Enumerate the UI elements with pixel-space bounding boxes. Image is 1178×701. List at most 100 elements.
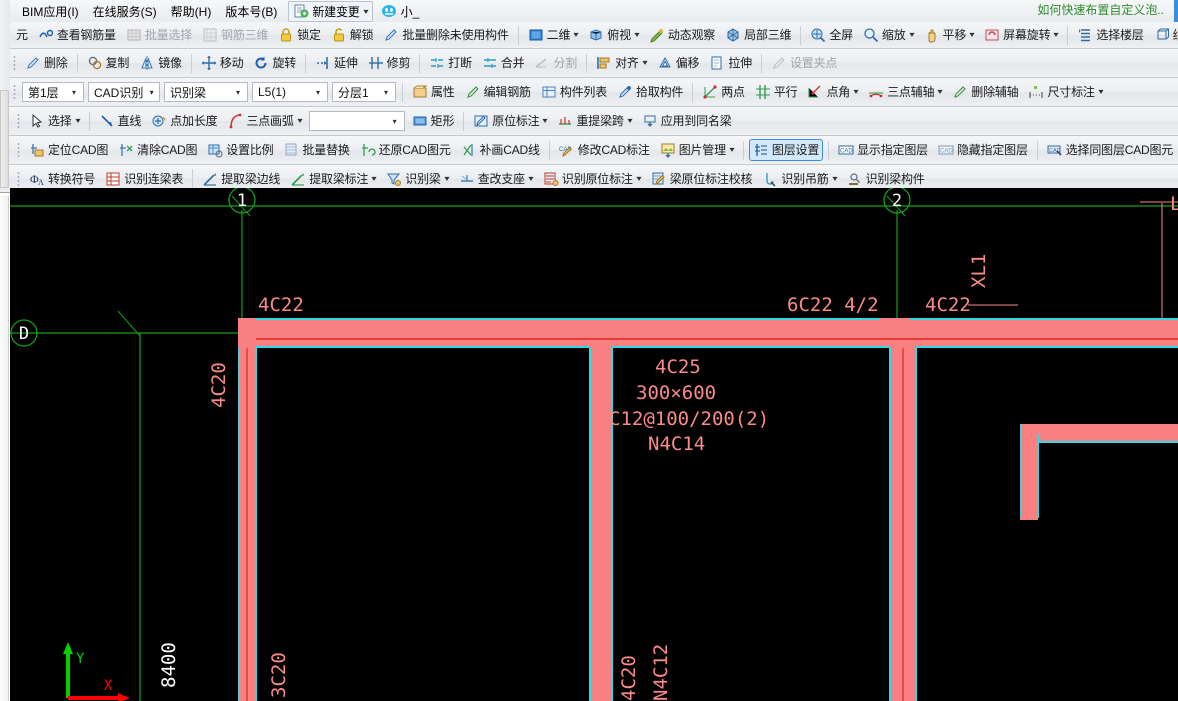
apply-same-beam-button[interactable]: 应用到同名梁 xyxy=(638,110,736,132)
batch-delete-unused-button[interactable]: 批量删除未使用构件 xyxy=(379,24,512,46)
trim-button[interactable]: 修剪 xyxy=(364,52,415,74)
mirror-button[interactable]: 镜像 xyxy=(135,52,186,74)
split-button[interactable]: 分割 xyxy=(530,52,581,74)
toolbar-grip[interactable] xyxy=(16,141,21,159)
screen-rotate-button[interactable]: 屏幕旋转 ▾ xyxy=(980,24,1062,46)
chevron-down-icon[interactable]: ▾ xyxy=(574,31,579,39)
recognize-beam-button[interactable]: 识别梁 ▾ xyxy=(382,168,452,190)
pick-member-button[interactable]: 拾取构件 xyxy=(613,81,687,103)
recognize-in-situ-button[interactable]: 识别原位标注 ▾ xyxy=(539,168,645,190)
chevron-down-icon[interactable]: ▾ xyxy=(297,117,302,125)
set-scale-button[interactable]: 设置比例 xyxy=(203,139,277,161)
rectangle-button[interactable]: 矩形 xyxy=(408,110,459,132)
check-support-button[interactable]: 查改支座 ▾ xyxy=(455,168,537,190)
chevron-down-icon[interactable]: ▾ xyxy=(853,88,858,96)
chevron-down-icon[interactable]: ▾ xyxy=(311,84,325,100)
toolbar-grip[interactable] xyxy=(16,112,21,130)
chevron-down-icon[interactable]: ▾ xyxy=(543,117,548,125)
chevron-down-icon[interactable]: ▾ xyxy=(636,174,641,183)
modify-cad-annotation-button[interactable]: CAD 修改CAD标注 xyxy=(555,139,654,161)
show-layer-button[interactable]: CAD 显示指定图层 xyxy=(834,139,932,161)
draw-style-combo[interactable]: ▾ xyxy=(308,111,405,131)
toolbar-grip[interactable] xyxy=(12,54,17,72)
hide-layer-button[interactable]: CAD 隐藏指定图层 xyxy=(934,139,1032,161)
chevron-down-icon[interactable]: ▾ xyxy=(938,88,943,96)
chevron-down-icon[interactable]: ▾ xyxy=(1098,88,1103,96)
extract-beam-edge-button[interactable]: 提取梁边线 xyxy=(198,168,284,190)
menu-item-bim[interactable]: BIM应用(I) xyxy=(15,1,86,22)
fullscreen-button[interactable]: 全屏 xyxy=(806,24,857,46)
dimension-button[interactable]: 尺寸标注 ▾ xyxy=(1024,81,1106,103)
recognize-coupling-beam-button[interactable]: 识别连梁表 xyxy=(101,168,187,190)
restore-cad-button[interactable]: 还原CAD图元 xyxy=(356,139,455,161)
chevron-down-icon[interactable]: ▾ xyxy=(146,84,157,100)
menu-item-version[interactable]: 版本号(B) xyxy=(218,1,284,22)
rotate-button[interactable]: 旋转 xyxy=(249,52,300,74)
chevron-down-icon[interactable]: ▾ xyxy=(379,84,393,100)
local-3d-button[interactable]: 局部三维 xyxy=(721,24,795,46)
pan-button[interactable]: 平移 ▾ xyxy=(920,24,979,46)
wireframe-button[interactable]: 线框 xyxy=(1150,24,1178,46)
locate-cad-button[interactable]: 定位CAD图 xyxy=(25,139,112,161)
point-angle-button[interactable]: 点角 ▾ xyxy=(803,81,862,103)
re-extract-span-button[interactable]: 重提梁跨 ▾ xyxy=(553,110,635,132)
move-button[interactable]: 移动 xyxy=(197,52,248,74)
batch-replace-button[interactable]: 批量替换 xyxy=(279,139,353,161)
member-type-combo[interactable]: 识别梁 ▾ xyxy=(164,82,248,102)
break-button[interactable]: 打断 xyxy=(425,52,476,74)
chevron-down-icon[interactable]: ▾ xyxy=(444,174,449,183)
tip-text[interactable]: 如何快速布置自定义泡.. xyxy=(1037,1,1164,18)
edit-rebar-button[interactable]: 编辑钢筋 xyxy=(461,81,535,103)
clear-cad-button[interactable]: 清除CAD图 xyxy=(114,139,201,161)
copy-button[interactable]: 复制 xyxy=(83,52,134,74)
chevron-down-icon[interactable]: ▾ xyxy=(970,31,975,39)
chevron-down-icon[interactable]: ▾ xyxy=(832,174,837,183)
batch-select-button[interactable]: 批量选择 xyxy=(122,24,196,46)
convert-symbol-button[interactable]: ΦA 转换符号 xyxy=(25,168,99,190)
chevron-down-icon[interactable]: ▾ xyxy=(1054,31,1059,39)
select-same-layer-button[interactable]: CAD 选择同图层CAD图元 xyxy=(1043,139,1177,161)
view-rebar-qty-button[interactable]: 查看钢筋量 xyxy=(34,24,120,46)
stretch-button[interactable]: 拉伸 xyxy=(705,52,756,74)
drawing-canvas[interactable]: 1 2 D 4C22 6C22 4/2 4C22 XL1 L 4C20 4C25… xyxy=(10,188,1178,701)
chevron-down-icon[interactable]: ▾ xyxy=(528,174,533,183)
floor-combo[interactable]: 第1层 ▾ xyxy=(22,82,84,102)
chevron-down-icon[interactable]: ▾ xyxy=(627,117,632,125)
select-floor-button[interactable]: 选择楼层 xyxy=(1073,24,1147,46)
select-tool-button[interactable]: 选择 ▾ xyxy=(25,110,84,132)
property-button[interactable]: 属性 xyxy=(408,81,459,103)
delete-button[interactable]: 删除 xyxy=(21,52,72,74)
member-name-combo[interactable]: L5(1) ▾ xyxy=(252,82,328,102)
rebar-3d-button[interactable]: 钢筋三维 xyxy=(198,24,272,46)
left-panel-strip[interactable] xyxy=(0,196,9,701)
left-scrollbar-upper[interactable] xyxy=(0,90,9,188)
toolbar-grip[interactable] xyxy=(16,169,21,188)
menu-item-online-service[interactable]: 在线服务(S) xyxy=(86,1,164,22)
parallel-button[interactable]: 平行 xyxy=(751,81,802,103)
chevron-down-icon[interactable]: ▾ xyxy=(909,31,914,39)
set-grip-button[interactable]: 设置夹点 xyxy=(767,52,841,74)
beam-annotation-check-button[interactable]: 梁原位标注校核 xyxy=(647,168,757,190)
dynamic-observe-button[interactable]: 动态观察 xyxy=(645,24,719,46)
three-point-arc-button[interactable]: 三点画弧 ▾ xyxy=(223,110,305,132)
chevron-down-icon[interactable]: ▾ xyxy=(642,59,647,67)
toolbar-grip[interactable] xyxy=(12,83,17,101)
recognize-hanger-button[interactable]: 识别吊筋 ▾ xyxy=(758,168,840,190)
three-point-axis-button[interactable]: 三点辅轴 ▾ xyxy=(864,81,946,103)
chevron-down-icon[interactable]: ▾ xyxy=(67,84,81,100)
line-button[interactable]: 直线 xyxy=(95,110,146,132)
menu-item-help[interactable]: 帮助(H) xyxy=(164,1,219,22)
draw-cad-line-button[interactable]: 补画CAD线 xyxy=(457,139,544,161)
chevron-down-icon[interactable]: ▾ xyxy=(75,117,80,125)
user-avatar-icon[interactable] xyxy=(381,3,397,19)
delete-axis-button[interactable]: 删除辅轴 xyxy=(948,81,1022,103)
unlock-button[interactable]: 解锁 xyxy=(327,24,378,46)
recognize-mode-combo[interactable]: CAD识别 ▾ xyxy=(88,82,160,102)
chevron-down-icon[interactable]: ▾ xyxy=(363,7,368,16)
extract-beam-annotation-button[interactable]: 提取梁标注 ▾ xyxy=(286,168,380,190)
align-button[interactable]: 对齐 ▾ xyxy=(592,52,651,74)
new-change-button[interactable]: 新建变更 ▾ xyxy=(288,0,373,22)
two-point-button[interactable]: 两点 xyxy=(698,81,749,103)
in-situ-annotation-button[interactable]: 原位标注 ▾ xyxy=(469,110,551,132)
layer-combo[interactable]: 分层1 ▾ xyxy=(332,82,396,102)
